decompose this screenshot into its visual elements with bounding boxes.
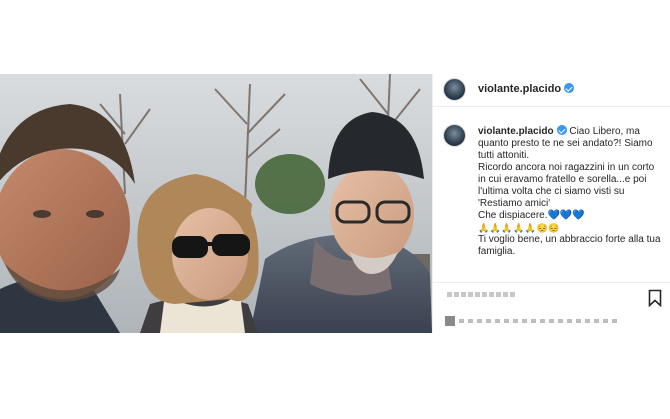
caption-text: violante.placido Ciao Libero, ma quanto …	[478, 125, 664, 258]
likes-row-blurred[interactable]	[445, 316, 617, 326]
emoji-row: 🙏🙏🙏🙏🙏😔😔	[478, 223, 560, 233]
avatar[interactable]	[443, 78, 466, 101]
caption-area: violante.placido Ciao Libero, ma quanto …	[433, 107, 670, 282]
caption-line-2: Ricordo ancora noi ragazzini in un corto…	[478, 162, 655, 209]
caption-closing: Ti voglio bene, un abbraccio forte alla …	[478, 234, 661, 257]
instagram-post: violante.placido violante.placido Ciao L…	[0, 74, 670, 333]
header-username-text[interactable]: violante.placido	[478, 83, 561, 95]
post-header: violante.placido	[433, 74, 670, 107]
action-icons-blurred[interactable]	[447, 292, 515, 297]
verified-badge-icon	[564, 83, 575, 93]
caption-username[interactable]: violante.placido	[478, 126, 554, 137]
post-actions	[433, 282, 670, 334]
caption-line-3: Che dispiacere.	[478, 210, 548, 221]
post-side-panel: violante.placido violante.placido Ciao L…	[432, 74, 670, 333]
bookmark-icon[interactable]	[648, 289, 662, 307]
hearts-emoji: 💙💙💙	[547, 210, 585, 221]
verified-badge-icon	[556, 125, 567, 135]
selfie-image	[0, 74, 432, 333]
liker-avatar[interactable]	[445, 316, 455, 326]
avatar[interactable]	[443, 124, 466, 147]
header-username[interactable]: violante.placido	[478, 83, 575, 95]
post-photo[interactable]	[0, 74, 432, 333]
